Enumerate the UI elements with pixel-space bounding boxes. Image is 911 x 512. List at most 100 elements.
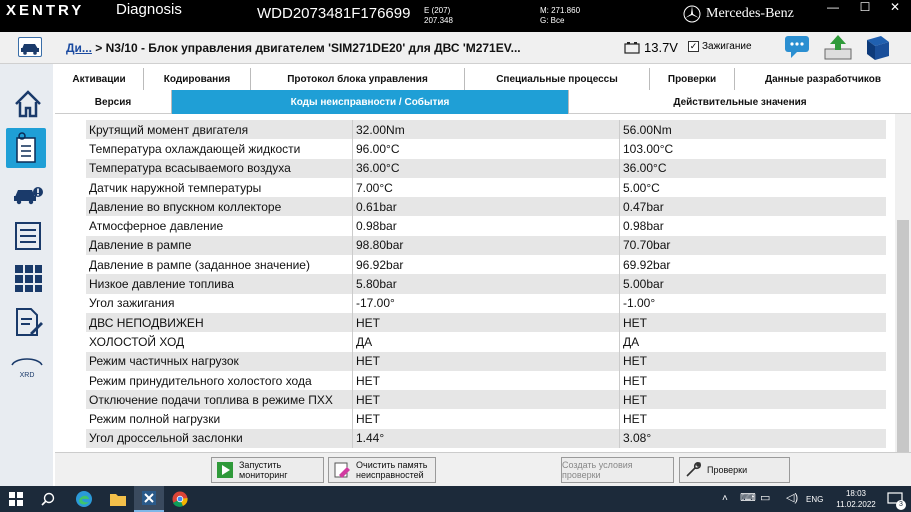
table-row[interactable]: Крутящий момент двигателя 32.00Nm 56.00Nm: [86, 120, 886, 140]
taskbar-xentry[interactable]: [134, 486, 164, 512]
taskbar-chrome[interactable]: [166, 486, 194, 512]
table-row[interactable]: ДВС НЕПОДВИЖЕН НЕТ НЕТ: [86, 312, 886, 333]
table-row[interactable]: Угол дроссельной заслонки 1.44° 3.08°: [86, 428, 886, 449]
table-row[interactable]: Режим принудительного холостого хода НЕТ Н…: [86, 370, 886, 391]
value-column-1: -17.00°: [353, 293, 620, 313]
volume-icon[interactable]: ◁): [786, 493, 798, 504]
clear-line2: неисправностей: [356, 470, 424, 480]
tab-control-unit-log[interactable]: Протокол блока управления: [251, 68, 465, 90]
table-row[interactable]: Давление в рампе (заданное значение) 96.9…: [86, 255, 886, 275]
search-icon: [41, 492, 55, 506]
parameter-name: Угол дроссельной заслонки: [86, 428, 353, 449]
tab-special-processes[interactable]: Специальные процессы: [465, 68, 650, 90]
car-warning-icon[interactable]: [12, 179, 44, 211]
breadcrumb-current: > N3/10 - Блок управления двигателем 'SI…: [95, 41, 521, 55]
taskbar-edge[interactable]: [70, 486, 98, 512]
parameter-name: Режим частичных нагрузок: [86, 351, 353, 371]
taskbar-explorer[interactable]: [104, 486, 132, 512]
table-row[interactable]: ХОЛОСТОЙ ХОД ДА ДА: [86, 332, 886, 352]
home-icon[interactable]: [12, 88, 44, 120]
tab-actual-values[interactable]: Действительные значения: [569, 90, 911, 114]
parameter-name: Низкое давление топлива: [86, 274, 353, 294]
vehicle-vin: WDD2073481F176699: [257, 5, 411, 22]
chat-icon[interactable]: [783, 34, 813, 60]
sidebar-item-diagnosis-active[interactable]: [6, 128, 46, 168]
value-column-1: 36.00°C: [353, 158, 620, 178]
value-column-1: 1.44°: [353, 428, 620, 449]
search-button[interactable]: [34, 486, 62, 512]
minimize-button[interactable]: —: [818, 0, 848, 14]
tray-chevron-icon[interactable]: ˄: [722, 494, 728, 504]
clock-time[interactable]: 18:03: [834, 489, 878, 499]
value-column-2: 69.92bar: [623, 257, 671, 272]
table-row[interactable]: Давление в рампе 98.80bar 70.70bar: [86, 235, 886, 256]
language-indicator[interactable]: ENG: [806, 495, 823, 505]
value-column-1: 96.92bar: [353, 255, 620, 275]
xrd-car-icon: [11, 358, 43, 366]
value-column-1: 0.61bar: [353, 197, 620, 217]
breadcrumb-link[interactable]: Ди...: [66, 41, 92, 55]
help-book-icon[interactable]: [863, 34, 893, 60]
create-test-conditions-button[interactable]: Создать условия проверки: [561, 457, 674, 483]
model-line2: 207.348: [424, 16, 453, 25]
parameter-name: Датчик наружной температуры: [86, 177, 353, 198]
diagnosis-clipboard-icon: [16, 132, 36, 163]
table-row[interactable]: Низкое давление топлива 5.80bar 5.00bar: [86, 274, 886, 294]
tab-fault-codes-active[interactable]: Коды неисправности / События: [172, 90, 569, 114]
table-row[interactable]: Температура охлаждающей жидкости 96.00°C 1…: [86, 139, 886, 159]
tab-activations[interactable]: Активации: [55, 68, 144, 90]
start-line1: Запустить: [239, 460, 282, 470]
clock-date[interactable]: 11.02.2022: [830, 500, 882, 510]
clear-faults-button[interactable]: Очистить память неисправностей: [328, 457, 436, 483]
value-column-1: НЕТ: [353, 370, 620, 391]
vertical-scrollbar[interactable]: [895, 114, 911, 456]
table-row[interactable]: Режим полной нагрузки НЕТ НЕТ: [86, 409, 886, 429]
play-icon: [217, 462, 233, 478]
value-column-1: ДА: [353, 332, 620, 352]
start-button[interactable]: [0, 486, 32, 512]
tab-version[interactable]: Версия: [55, 90, 172, 114]
table-row[interactable]: Угол зажигания -17.00° -1.00°: [86, 293, 886, 313]
list-icon[interactable]: [12, 220, 44, 252]
sidebar: XRD: [0, 64, 53, 486]
parameter-name: Давление во впускном коллекторе: [86, 197, 353, 217]
start-line2: мониторинг: [239, 470, 288, 480]
notification-button[interactable]: 3: [882, 486, 908, 512]
tab-developer-data[interactable]: Данные разработчиков: [735, 68, 911, 90]
value-column-1: 32.00Nm: [353, 120, 620, 140]
xrd-button[interactable]: XRD: [10, 354, 44, 379]
table-row[interactable]: Датчик наружной температуры 7.00°C 5.00°C: [86, 177, 886, 198]
tab-checks[interactable]: Проверки: [650, 68, 735, 90]
table-row[interactable]: Температура всасываемого воздуха 36.00°C 3…: [86, 158, 886, 178]
value-column-2: 5.00bar: [623, 277, 664, 292]
value-column-2: НЕТ: [623, 354, 647, 369]
document-edit-icon[interactable]: [12, 306, 44, 338]
clear-line1: Очистить память: [356, 460, 428, 470]
maximize-button[interactable]: ☐: [850, 0, 880, 14]
value-column-2: 103.00°C: [623, 141, 674, 156]
table-row[interactable]: Давление во впускном коллекторе 0.61bar 0.…: [86, 197, 886, 217]
value-column-2: 36.00°C: [623, 161, 667, 176]
start-monitoring-button[interactable]: Запустить мониторинг: [211, 457, 324, 483]
table-row[interactable]: Атмосферное давление 0.98bar 0.98bar: [86, 216, 886, 236]
wrench-icon: [686, 462, 701, 477]
checks-button[interactable]: Проверки: [679, 457, 790, 483]
value-column-1: 7.00°C: [353, 177, 620, 198]
xrd-label: XRD: [19, 372, 35, 379]
tab-row-second: Версия Коды неисправности / События Дейс…: [55, 90, 911, 114]
modules-grid-icon[interactable]: [12, 262, 44, 294]
network-icon[interactable]: ▭: [760, 493, 770, 504]
table-row[interactable]: Режим частичных нагрузок НЕТ НЕТ: [86, 351, 886, 371]
close-button[interactable]: ✕: [880, 0, 910, 14]
vehicle-button[interactable]: [18, 37, 42, 57]
upload-icon[interactable]: [822, 33, 854, 61]
app-name: Diagnosis: [116, 1, 182, 18]
tab-codings[interactable]: Кодирования: [144, 68, 251, 90]
scrollbar-thumb[interactable]: [897, 220, 909, 456]
bottom-action-bar: Запустить мониторинг Очистить память неисп…: [55, 452, 911, 486]
table-row[interactable]: Отключение подачи топлива в режиме ПХХ НЕ…: [86, 390, 886, 410]
keyboard-icon[interactable]: ⌨: [740, 493, 756, 504]
title-bar: XENTRY Diagnosis WDD2073481F176699 E (20…: [0, 0, 911, 32]
value-column-2: 56.00Nm: [623, 122, 672, 137]
value-column-1: НЕТ: [353, 351, 620, 371]
